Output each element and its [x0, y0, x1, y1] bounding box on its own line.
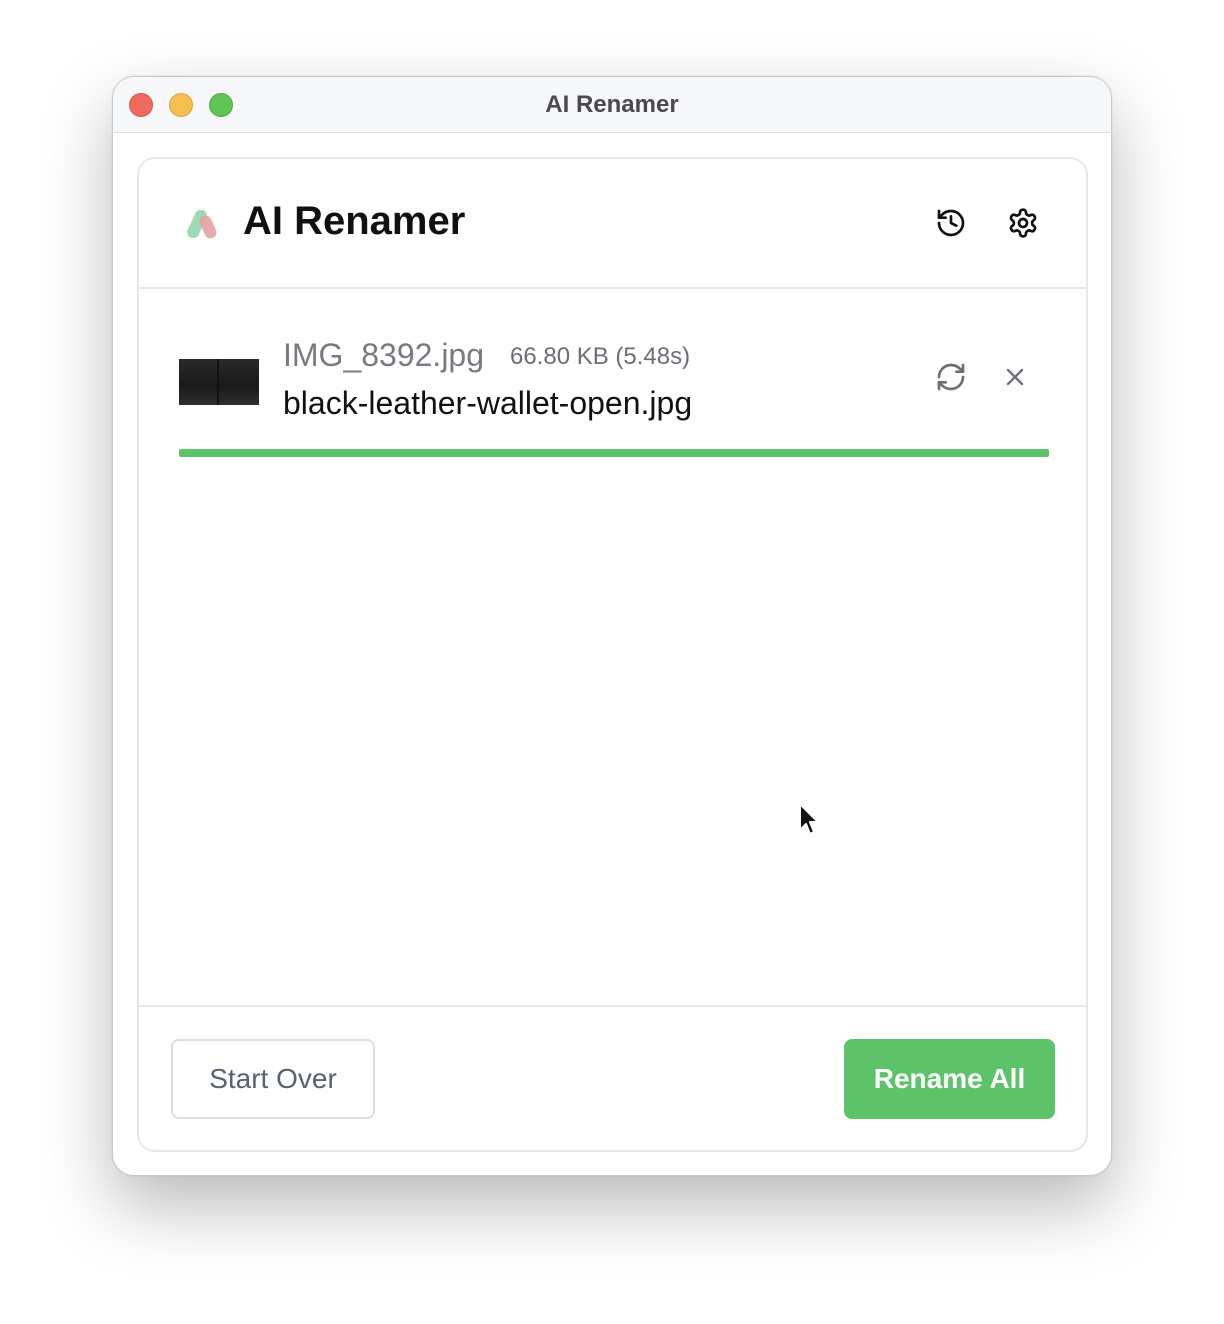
title-bar: AI Renamer [113, 77, 1111, 133]
file-thumbnail [179, 359, 259, 405]
history-icon [937, 209, 965, 237]
rename-progress-bar [179, 449, 1049, 457]
rename-progress-fill [179, 449, 1049, 457]
settings-button[interactable] [1003, 203, 1043, 243]
retry-button[interactable] [931, 357, 971, 397]
action-footer: Start Over Rename All [139, 1005, 1086, 1152]
rename-all-button[interactable]: Rename All [844, 1039, 1055, 1119]
history-button[interactable] [931, 203, 971, 243]
new-filename: black-leather-wallet-open.jpg [283, 385, 693, 421]
app-window: AI Renamer AI Renamer IMG_8392.jpg 66.80… [112, 76, 1112, 1176]
remove-file-button[interactable] [995, 357, 1035, 397]
original-filename: IMG_8392.jpg [283, 337, 485, 373]
start-over-button[interactable]: Start Over [171, 1039, 375, 1119]
gear-icon [1009, 208, 1037, 238]
app-header: AI Renamer [139, 159, 1086, 289]
mouse-cursor-icon [799, 803, 819, 835]
file-row: IMG_8392.jpg 66.80 KB (5.48s) black-leat… [179, 337, 1049, 437]
window-title: AI Renamer [545, 91, 679, 118]
close-icon [1006, 368, 1024, 386]
refresh-icon [937, 363, 965, 391]
file-meta: 66.80 KB (5.48s) [510, 343, 691, 370]
app-title: AI Renamer [243, 199, 466, 243]
app-logo-icon [187, 209, 217, 239]
main-card: AI Renamer IMG_8392.jpg 66.80 KB (5.48s)… [137, 157, 1088, 1152]
